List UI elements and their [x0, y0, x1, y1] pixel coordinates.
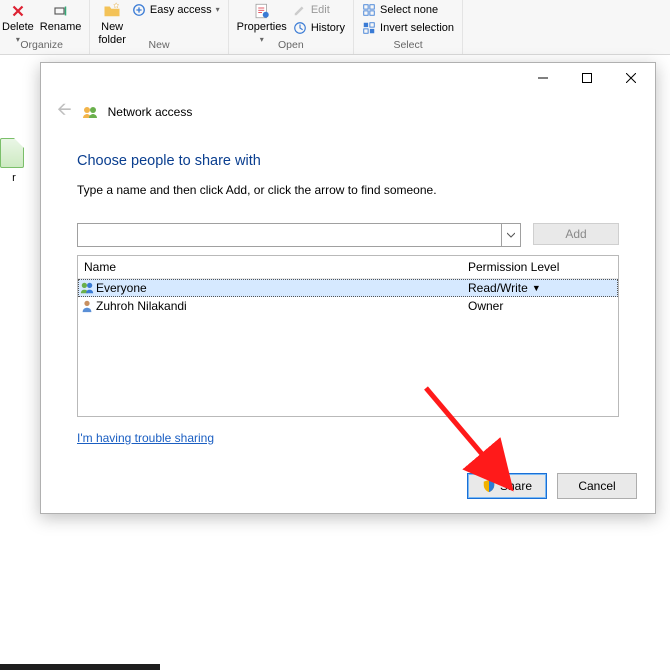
tree-pane: r: [0, 130, 28, 184]
row-permission[interactable]: Read/Write ▼: [468, 281, 618, 295]
back-icon[interactable]: 🡨: [57, 97, 72, 127]
close-button[interactable]: [609, 64, 653, 92]
new-group-label: New: [149, 38, 170, 52]
history-button[interactable]: History: [293, 20, 345, 36]
user-icon: [78, 299, 96, 313]
network-access-icon: [82, 104, 98, 120]
new-folder-button[interactable]: New folder: [98, 2, 126, 46]
maximize-button[interactable]: [565, 64, 609, 92]
cancel-button[interactable]: Cancel: [557, 473, 637, 499]
row-name: Everyone: [96, 281, 468, 295]
dialog-heading: Choose people to share with: [77, 153, 619, 169]
ribbon: Delete ▾ Rename Organize New folder Easy…: [0, 0, 670, 55]
minimize-button[interactable]: [521, 64, 565, 92]
combobox-dropdown-button[interactable]: [501, 224, 520, 246]
edit-label: Edit: [311, 2, 330, 18]
uac-shield-icon: [482, 479, 496, 493]
user-icon: [78, 281, 96, 295]
row-name: Zuhroh Nilakandi: [96, 299, 468, 313]
dialog-title: Network access: [108, 105, 193, 119]
rename-button[interactable]: Rename: [40, 2, 82, 33]
easy-access-button[interactable]: Easy access ▾: [132, 2, 220, 18]
name-combobox[interactable]: [77, 223, 521, 247]
tree-item-label: r: [0, 172, 28, 184]
dialog-titlebar: [41, 63, 655, 93]
edit-button[interactable]: Edit: [293, 2, 345, 18]
name-input[interactable]: [78, 224, 501, 246]
share-button[interactable]: Share: [467, 473, 547, 499]
column-name[interactable]: Name: [78, 260, 468, 274]
row-permission: Owner: [468, 299, 618, 313]
select-none-button[interactable]: Select none: [362, 2, 454, 18]
select-group-label: Select: [393, 38, 422, 52]
list-row[interactable]: Zuhroh NilakandiOwner: [78, 297, 618, 315]
organize-group-label: Organize: [20, 38, 63, 52]
invert-selection-button[interactable]: Invert selection: [362, 20, 454, 36]
open-group-label: Open: [278, 38, 304, 52]
properties-label: Properties: [237, 21, 287, 33]
taskbar[interactable]: [0, 664, 160, 670]
column-permission[interactable]: Permission Level: [468, 260, 618, 274]
list-row[interactable]: EveryoneRead/Write ▼: [78, 279, 618, 297]
new-folder-label-2: folder: [98, 34, 126, 46]
add-button[interactable]: Add: [533, 223, 619, 245]
select-none-label: Select none: [380, 2, 438, 18]
rename-label: Rename: [40, 21, 82, 33]
people-list: Name Permission Level EveryoneRead/Write…: [77, 255, 619, 417]
easy-access-label: Easy access: [150, 2, 212, 18]
cancel-button-label: Cancel: [578, 479, 615, 493]
dialog-instruction: Type a name and then click Add, or click…: [77, 183, 619, 197]
history-label: History: [311, 20, 345, 36]
folder-icon[interactable]: [0, 138, 24, 168]
network-access-dialog: 🡨 Network access Choose people to share …: [40, 62, 656, 514]
trouble-sharing-link[interactable]: I'm having trouble sharing: [77, 431, 619, 445]
share-button-label: Share: [500, 479, 532, 493]
invert-selection-label: Invert selection: [380, 20, 454, 36]
new-folder-label-1: New: [101, 21, 123, 33]
list-header: Name Permission Level: [78, 256, 618, 279]
chevron-down-icon: ▼: [532, 283, 541, 293]
delete-label: Delete: [2, 21, 34, 33]
